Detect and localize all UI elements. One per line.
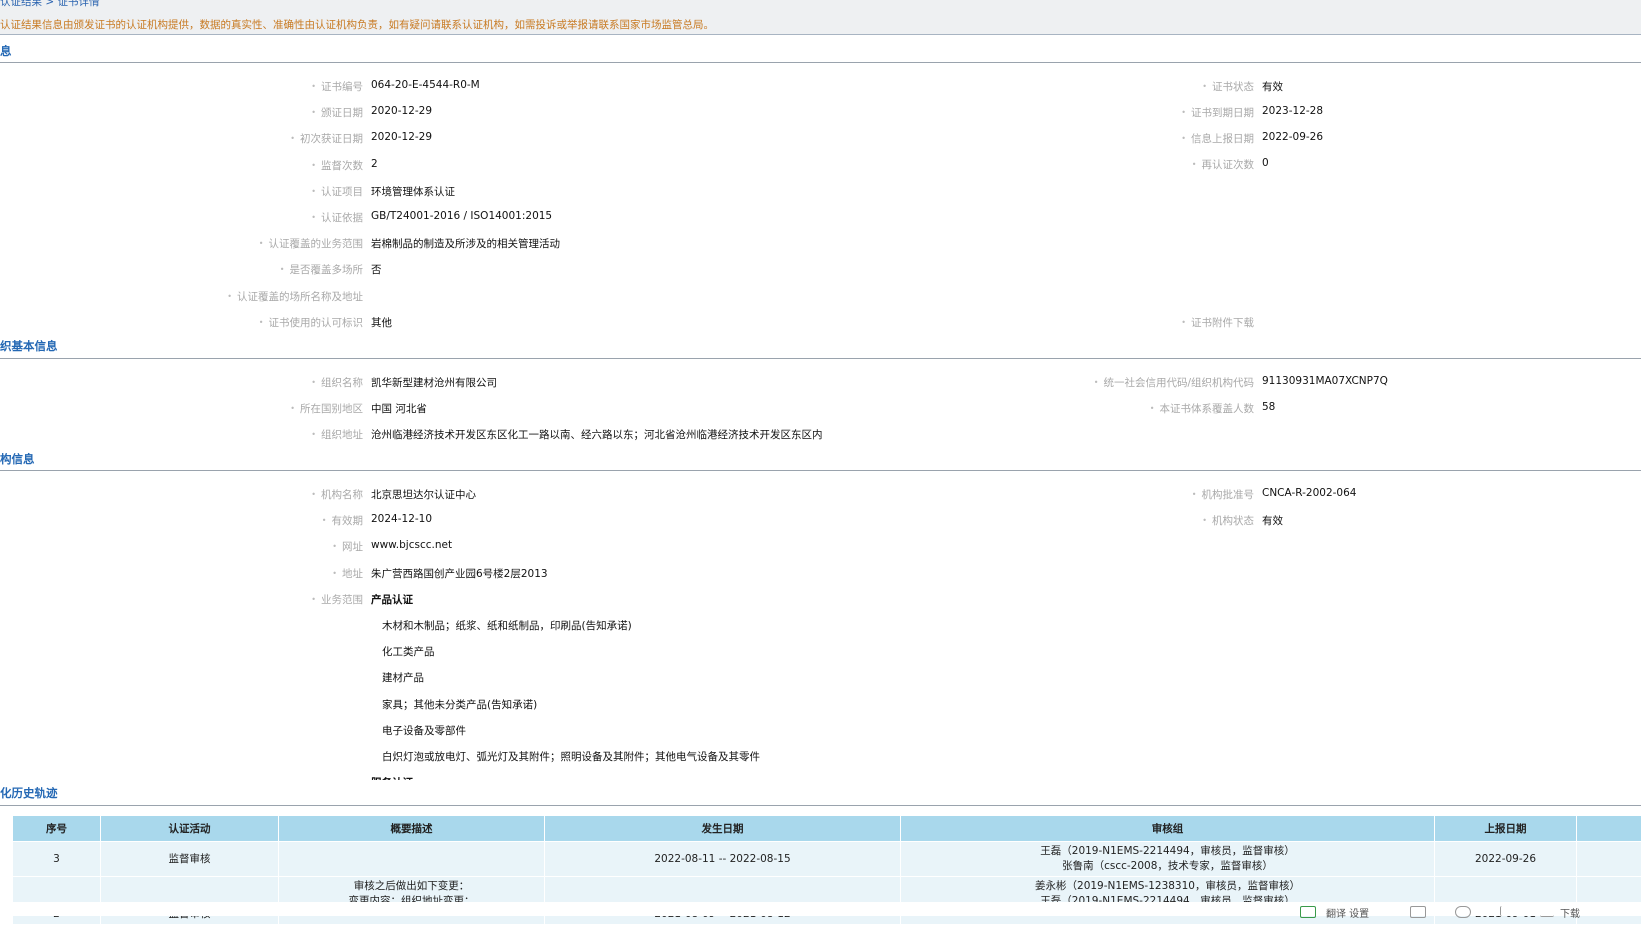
cell-report-date: 2022-09-26 — [1435, 842, 1577, 877]
share-icon[interactable] — [1500, 906, 1515, 916]
table-row: 2 监督审核 审核之后做出如下变更： 变更内容：组织地址变更； 2021-08-… — [13, 877, 1641, 925]
section-divider — [0, 805, 1641, 806]
col-header-audit-team: 审核组 — [901, 816, 1435, 842]
table-row: 3 监督审核 2022-08-11 -- 2022-08-15 王磊（2019-… — [13, 842, 1641, 877]
download-icon[interactable] — [1540, 906, 1554, 917]
business-scope-list: 木材和木制品；纸浆、纸和纸制品，印刷品(告知承诺) 化工类产品建材产品家具；其他未… — [0, 0, 1641, 780]
col-header-no: 序号 — [13, 816, 101, 842]
col-header-report-date: 上报日期 — [1435, 816, 1577, 842]
cell-extra — [1577, 877, 1641, 925]
cell-date: 2022-08-11 -- 2022-08-15 — [545, 842, 901, 877]
team-member: 张鲁南（cscc-2008，技术专家，监督审核） — [901, 859, 1434, 874]
window-icon[interactable] — [1410, 906, 1426, 918]
business-scope-item: 木材和木制品；纸浆、纸和纸制品，印刷品(告知承诺) — [382, 618, 632, 633]
cell-no: 2 — [13, 877, 101, 925]
translate-icon[interactable] — [1300, 906, 1316, 918]
business-scope-item: 建材产品 — [382, 670, 424, 685]
cell-description: 审核之后做出如下变更： 变更内容：组织地址变更； — [279, 877, 545, 925]
col-header-extra — [1577, 816, 1641, 842]
translate-settings-label[interactable]: 翻译 设置 — [1326, 905, 1369, 920]
cell-activity: 监督审核 — [101, 842, 279, 877]
bottom-toolbar: 翻译 设置 下载 — [0, 902, 1641, 916]
team-member: 姜永彬（2019-N1EMS-1238310，审核员，监督审核） — [901, 879, 1434, 894]
download-label[interactable]: 下载 — [1560, 905, 1580, 920]
business-scope-item: 电子设备及零部件 — [382, 723, 466, 738]
cell-report-date: 2021-09-01 — [1435, 877, 1577, 925]
section-title-history: 化历史轨迹 — [0, 785, 62, 801]
cell-date: 2021-08-09 -- 2021-08-12 — [545, 877, 901, 925]
col-header-description: 概要描述 — [279, 816, 545, 842]
cell-no: 3 — [13, 842, 101, 877]
team-member: 王磊（2019-N1EMS-2214494，审核员，监督审核） — [901, 844, 1434, 859]
business-scope-item: 服务认证 — [371, 775, 413, 780]
cell-description — [279, 842, 545, 877]
business-scope-item: 白炽灯泡或放电灯、弧光灯及其附件；照明设备及其附件；其他电气设备及其零件 — [382, 749, 760, 764]
cell-audit-team: 王磊（2019-N1EMS-2214494，审核员，监督审核） 张鲁南（cscc… — [901, 842, 1435, 877]
cell-activity: 监督审核 — [101, 877, 279, 925]
col-header-date: 发生日期 — [545, 816, 901, 842]
cell-extra — [1577, 842, 1641, 877]
history-table-header: 序号 认证活动 概要描述 发生日期 审核组 上报日期 — [13, 816, 1641, 842]
col-header-activity: 认证活动 — [101, 816, 279, 842]
description-line: 审核之后做出如下变更： — [279, 879, 544, 894]
business-scope-item: 化工类产品 — [382, 644, 435, 659]
business-scope-item: 家具；其他未分类产品(告知承诺) — [382, 697, 537, 712]
heart-icon[interactable] — [1455, 906, 1471, 918]
